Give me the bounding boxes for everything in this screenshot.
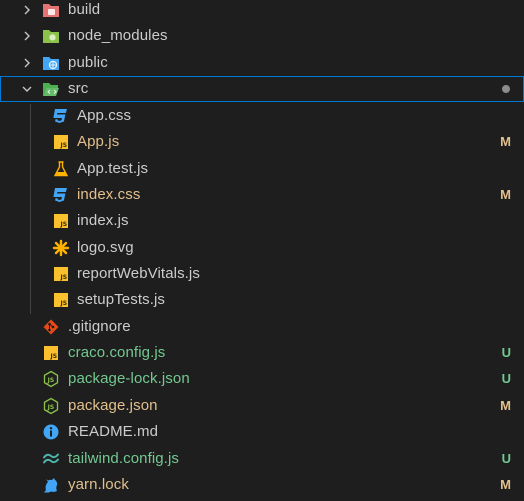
- build-folder-icon: [43, 4, 59, 17]
- yarn-cat-icon: [44, 478, 58, 493]
- nodejs-icon: JS: [43, 370, 59, 388]
- folder-src[interactable]: src: [0, 76, 524, 102]
- file-craco-config-js[interactable]: JS craco.config.js U: [0, 340, 524, 366]
- info-icon: [43, 424, 59, 440]
- file-label: package.json: [68, 397, 158, 414]
- file-label: tailwind.config.js: [68, 450, 180, 467]
- git-status-badge: M: [500, 134, 511, 149]
- public-folder-icon: [43, 57, 59, 70]
- svg-text:JS: JS: [50, 353, 58, 360]
- file-label: App.js: [77, 133, 120, 150]
- file-index-css[interactable]: index.css M: [0, 182, 524, 208]
- node-modules-folder-icon: [43, 30, 59, 43]
- file-package-lock-json[interactable]: JS package-lock.json U: [0, 366, 524, 392]
- chevron-right-icon[interactable]: [20, 29, 34, 43]
- file-label: App.css: [77, 107, 132, 124]
- svg-text:JS: JS: [60, 300, 68, 307]
- file-yarn-lock[interactable]: yarn.lock M: [0, 472, 524, 498]
- svg-text:JS: JS: [47, 377, 55, 384]
- file-logo-svg[interactable]: logo.svg: [0, 235, 524, 261]
- file-app-css[interactable]: App.css: [0, 103, 524, 129]
- file-setup-tests-js[interactable]: JS setupTests.js: [0, 287, 524, 313]
- folder-label: build: [68, 1, 101, 18]
- file-label: craco.config.js: [68, 344, 166, 361]
- folder-label: node_modules: [68, 27, 168, 44]
- file-app-js[interactable]: JS App.js M: [0, 129, 524, 155]
- file-gitignore[interactable]: .gitignore: [0, 314, 524, 340]
- file-index-js[interactable]: JS index.js: [0, 208, 524, 234]
- svg-text:JS: JS: [60, 142, 68, 149]
- file-app-test-js[interactable]: App.test.js: [0, 156, 524, 182]
- js-file-icon: JS: [54, 214, 68, 228]
- chevron-right-icon[interactable]: [20, 56, 34, 70]
- file-label: setupTests.js: [77, 291, 166, 308]
- tailwind-icon: [43, 453, 59, 464]
- unsaved-changes-dot: [502, 85, 510, 93]
- svg-text:JS: JS: [60, 274, 68, 281]
- folder-label: public: [68, 54, 108, 71]
- file-package-json[interactable]: JS package.json M: [0, 393, 524, 419]
- js-file-icon: JS: [54, 293, 68, 307]
- chevron-right-icon[interactable]: [20, 3, 34, 17]
- folder-label: src: [68, 80, 89, 97]
- chevron-down-icon[interactable]: [20, 82, 34, 96]
- test-flask-icon: [53, 161, 69, 177]
- file-label: package-lock.json: [68, 370, 190, 387]
- src-folder-open-icon: [43, 83, 59, 96]
- nodejs-icon: JS: [43, 397, 59, 415]
- js-file-icon: JS: [54, 267, 68, 281]
- file-label: .gitignore: [68, 318, 131, 335]
- git-status-badge: U: [501, 345, 511, 360]
- file-label: App.test.js: [77, 160, 149, 177]
- folder-node-modules[interactable]: node_modules: [0, 23, 524, 49]
- git-status-badge: U: [501, 451, 511, 466]
- file-label: index.css: [77, 186, 141, 203]
- svg-text:JS: JS: [47, 404, 55, 411]
- css-file-icon: [53, 109, 67, 123]
- git-status-badge: U: [501, 371, 511, 386]
- file-label: logo.svg: [77, 239, 134, 256]
- js-file-icon: JS: [54, 135, 68, 149]
- file-tailwind-config-js[interactable]: tailwind.config.js U: [0, 446, 524, 472]
- svg-file-icon: [52, 239, 70, 257]
- git-status-badge: M: [500, 398, 511, 413]
- folder-public[interactable]: public: [0, 50, 524, 76]
- file-explorer-tree: build node_modules public src App.css JS…: [0, 0, 524, 501]
- svg-text:JS: JS: [60, 221, 68, 228]
- file-label: yarn.lock: [68, 476, 129, 493]
- git-status-badge: M: [500, 477, 511, 492]
- file-label: reportWebVitals.js: [77, 265, 200, 282]
- file-report-web-vitals-js[interactable]: JS reportWebVitals.js: [0, 261, 524, 287]
- css-file-icon: [53, 188, 67, 202]
- git-icon: [43, 319, 59, 335]
- file-label: README.md: [68, 423, 159, 440]
- file-label: index.js: [77, 212, 129, 229]
- git-status-badge: M: [500, 187, 511, 202]
- js-file-icon: JS: [44, 346, 58, 360]
- folder-build[interactable]: build: [0, 0, 524, 23]
- file-readme-md[interactable]: README.md: [0, 419, 524, 445]
